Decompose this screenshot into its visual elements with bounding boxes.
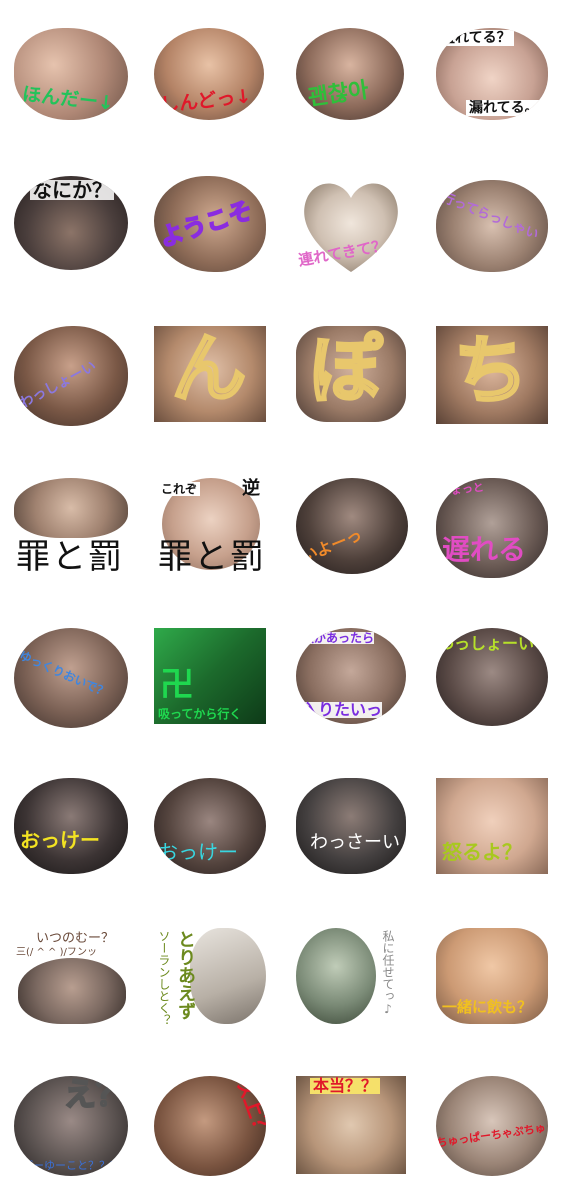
sticker-caption-accent: 逆 [242,478,260,499]
sticker-caption-secondary: 三(/ ^ ^ )/フンッ [16,947,98,958]
sticker-32[interactable]: ちゅっぱーちゃぷちゅ [436,1076,548,1176]
sticker-13[interactable]: 罪と罰 [14,478,128,580]
sticker-caption: 罪と罰 [16,537,124,577]
sticker-photo [296,778,406,874]
sticker-6[interactable]: ようこそ [154,176,266,272]
sticker-caption: おっけー [20,828,100,852]
sticker-caption: え？ [63,1076,128,1113]
sticker-photo [190,928,266,1024]
sticker-31[interactable]: 本当？？ [296,1076,406,1174]
sticker-3[interactable]: 괜찮아 [296,28,404,120]
sticker-caption-secondary: これぞ [158,482,201,496]
sticker-10[interactable]: ん [154,326,266,422]
sticker-grid: ほんだー↓ しんどっ↓ 괜찮아 盛れてる？ 漏れてる。 なにか？ ようこそ 連れ… [0,0,562,1200]
sticker-caption-secondary: 吸ってから行く [158,707,242,721]
sticker-caption: ち [453,328,530,414]
sticker-17[interactable]: ゆっくりおいで？ [14,628,128,728]
sticker-20[interactable]: わっしょーい [436,628,548,726]
sticker-caption: 卍 [160,665,194,705]
sticker-photo [296,928,376,1024]
sticker-caption-secondary: ソーランしとく？ [157,930,171,1026]
sticker-22[interactable]: おっけー [154,778,266,874]
sticker-caption: わっしょーい [438,634,535,653]
sticker-15[interactable]: いよーっ [296,478,408,574]
sticker-23[interactable]: わっさーい [296,778,406,874]
sticker-4[interactable]: 盛れてる？ 漏れてる。 [436,28,548,120]
sticker-27[interactable]: 私に任せてっ♪ [296,928,408,1028]
sticker-12[interactable]: ち [436,326,548,424]
sticker-caption: 本当？？ [310,1078,381,1094]
sticker-5[interactable]: なにか？ [14,176,128,270]
sticker-caption: ぽ [308,328,383,412]
sticker-caption: 盛れてる？ [438,30,514,46]
sticker-21[interactable]: おっけー [14,778,128,874]
sticker-7[interactable]: 連れてきて？ [296,176,406,276]
sticker-24[interactable]: 怒るよ？ [436,778,548,874]
sticker-8[interactable]: 行ってらっしゃい [436,180,548,272]
sticker-16[interactable]: ちょっと 遅れる [436,478,548,578]
sticker-caption: ん [171,326,248,412]
sticker-caption: なにか？ [30,178,114,202]
sticker-caption: 怒るよ？ [442,840,522,864]
sticker-caption-secondary: どーゆーこと？？？ [22,1159,121,1172]
sticker-photo [14,778,128,874]
sticker-caption: いつのむー？ [36,931,115,946]
sticker-caption: 入りたいっ [302,700,383,719]
sticker-photo [18,958,126,1024]
sticker-caption: わっさーい [310,832,400,853]
sticker-18[interactable]: 卍 吸ってから行く [154,628,266,724]
sticker-11[interactable]: ぽ [296,326,406,422]
sticker-caption: おっけー [158,840,238,864]
sticker-14[interactable]: これぞ 逆 罪と罰 [154,478,266,580]
sticker-2[interactable]: しんどっ↓ [154,28,264,120]
sticker-19[interactable]: 穴があったら 入りたいっ [296,628,406,724]
sticker-caption: 私に任せてっ♪ [381,930,395,1016]
sticker-caption: 罪と罰 [158,537,266,577]
sticker-caption-secondary: 穴があったら [302,631,375,645]
sticker-caption: とりあえず [175,930,196,1020]
sticker-30[interactable]: 以上？ [154,1076,266,1176]
sticker-28[interactable]: 一緒に飲も？ [436,928,548,1024]
sticker-1[interactable]: ほんだー↓ [14,28,128,120]
sticker-9[interactable]: わっしょーい [14,326,128,426]
sticker-caption: 遅れる [442,533,527,566]
sticker-caption: 一緒に飲も？ [442,998,533,1016]
sticker-caption-secondary: 漏れてる。 [466,100,542,116]
sticker-25[interactable]: いつのむー？ 三(/ ^ ^ )/フンッ [14,928,128,1026]
sticker-29[interactable]: え？ どーゆーこと？？？ [14,1076,128,1176]
sticker-26[interactable]: とりあえず ソーランしとく？ [154,928,266,1028]
sticker-photo [14,478,128,538]
